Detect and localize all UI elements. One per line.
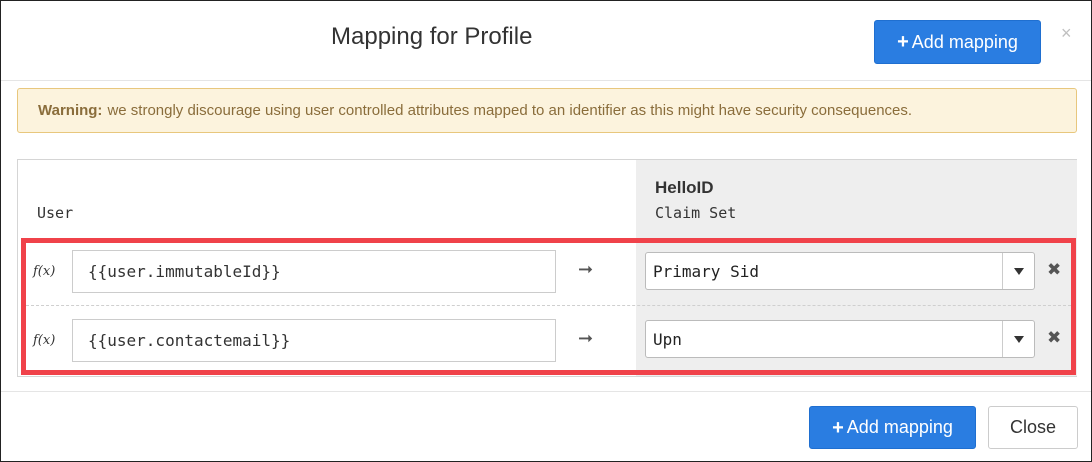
add-mapping-label: Add mapping	[911, 31, 1018, 52]
remove-mapping-icon[interactable]: ✖	[1047, 260, 1061, 280]
target-claim-select[interactable]: Primary Sid	[645, 252, 1035, 290]
mapping-dialog: Mapping for Profile + Add mapping × Warn…	[0, 0, 1092, 462]
select-toggle[interactable]	[1002, 253, 1034, 289]
chevron-down-icon	[1013, 335, 1024, 343]
dialog-title: Mapping for Profile	[331, 23, 533, 50]
warning-label: Warning:	[38, 102, 103, 119]
function-icon[interactable]: f(x)	[33, 333, 55, 348]
target-claim-select[interactable]: Upn	[645, 320, 1035, 358]
arrow-right-icon: ➞	[578, 328, 594, 348]
close-button[interactable]: Close	[988, 406, 1078, 449]
warning-alert: Warning: we strongly discourage using us…	[17, 88, 1077, 133]
remove-mapping-icon[interactable]: ✖	[1047, 328, 1061, 348]
close-icon[interactable]: ×	[1061, 23, 1072, 44]
add-mapping-button-top[interactable]: + Add mapping	[874, 20, 1041, 64]
function-icon[interactable]: f(x)	[33, 264, 55, 279]
target-column-subtitle: Claim Set	[655, 204, 737, 222]
source-expression-input[interactable]: {{user.contactemail}}	[72, 319, 556, 362]
row-divider	[26, 305, 1071, 306]
target-claim-value: Primary Sid	[653, 261, 759, 281]
footer-divider	[1, 391, 1091, 392]
header-divider	[1, 80, 1091, 81]
add-mapping-button-bottom[interactable]: + Add mapping	[809, 406, 976, 449]
source-expression-input[interactable]: {{user.immutableId}}	[72, 250, 556, 293]
chevron-down-icon	[1013, 267, 1024, 275]
select-toggle[interactable]	[1002, 321, 1034, 357]
add-mapping-label: Add mapping	[846, 417, 953, 437]
warning-text: we strongly discourage using user contro…	[107, 102, 913, 119]
plus-icon: +	[897, 31, 909, 53]
source-column-header: User	[37, 204, 74, 222]
target-claim-value: Upn	[653, 329, 682, 349]
arrow-right-icon: ➞	[578, 259, 594, 279]
plus-icon: +	[832, 416, 844, 439]
target-column-title: HelloID	[655, 178, 714, 197]
